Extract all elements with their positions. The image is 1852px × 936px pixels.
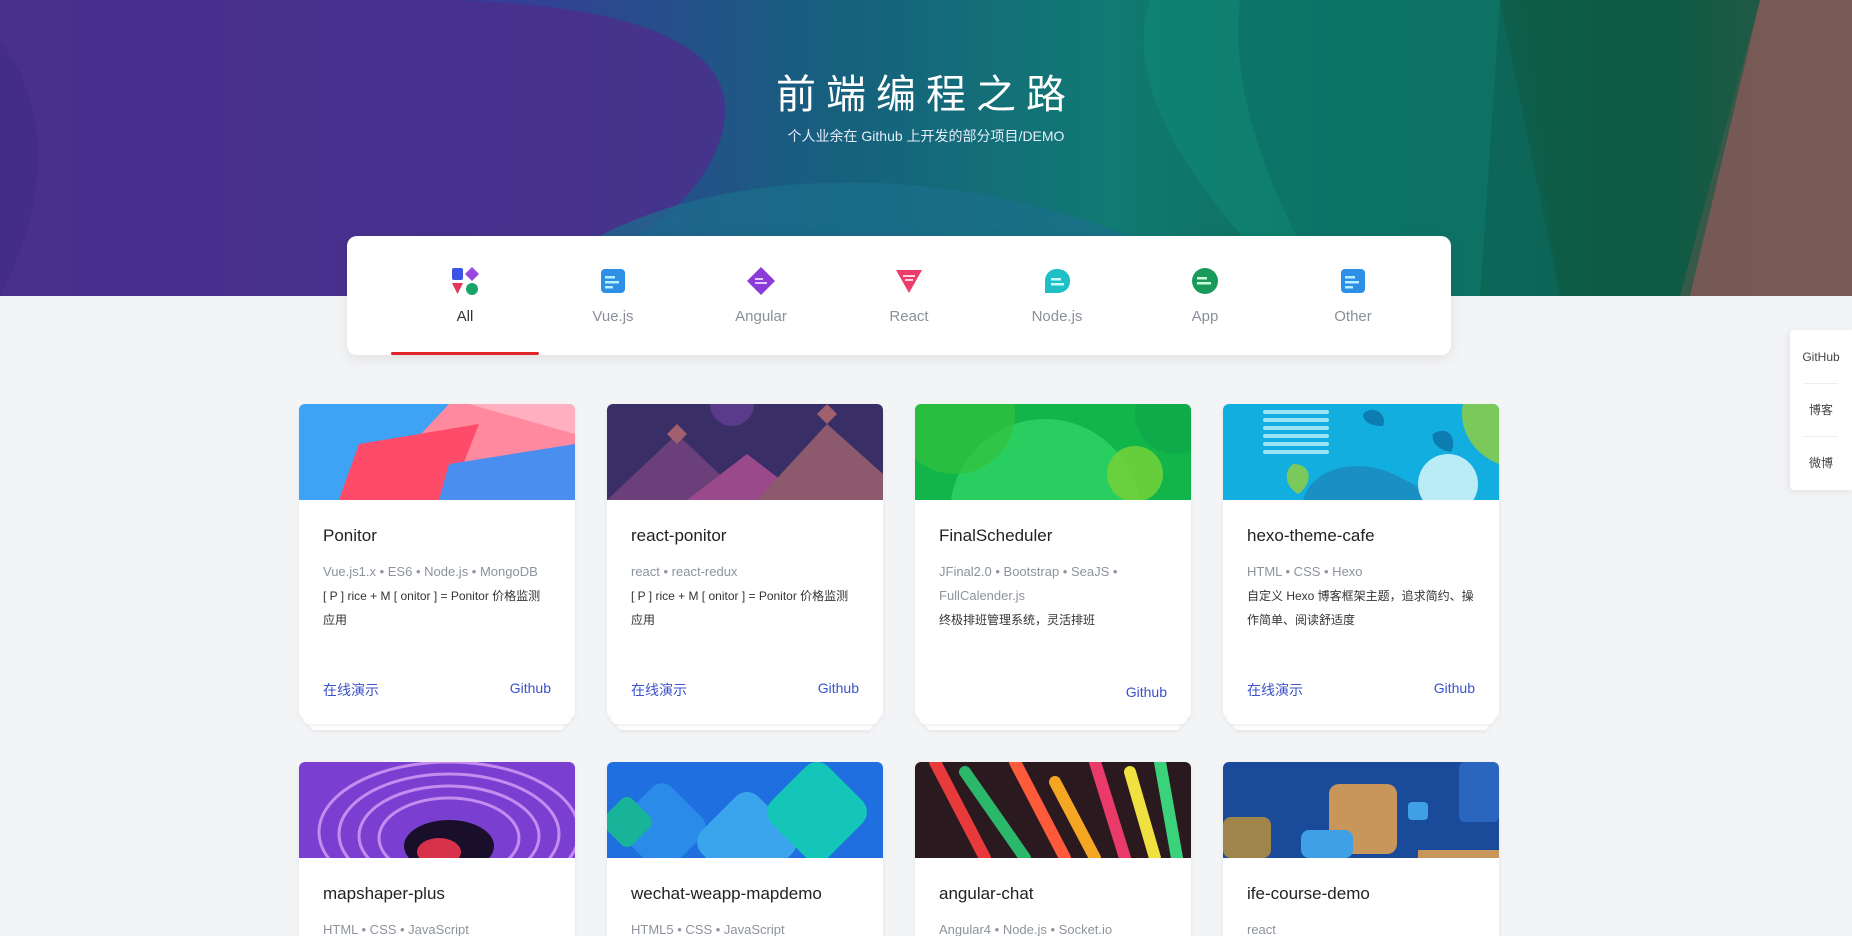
page-subtitle: 个人业余在 Github 上开发的部分项目/DEMO (787, 128, 1065, 144)
tab-other-label: Other (1334, 308, 1372, 325)
page-title: 前端编程之路 (776, 72, 1076, 118)
project-card: angular-chat Angular4 • Node.js • Socket… (915, 762, 1191, 936)
project-card: Ponitor Vue.js1.x • ES6 • Node.js • Mong… (299, 404, 575, 730)
project-card: FinalScheduler JFinal2.0 • Bootstrap • S… (915, 404, 1191, 730)
other-doc-icon (1341, 269, 1365, 293)
project-description: 终极排班管理系统，灵活排班 (939, 613, 1096, 627)
app-circle-icon (1192, 268, 1218, 294)
tab-angular-label: Angular (735, 308, 787, 325)
side-links: GitHub 博客 微博 (1790, 330, 1852, 490)
all-shapes-icon (452, 267, 479, 295)
tab-nodejs[interactable]: Node.js (983, 236, 1131, 355)
project-cover-image (299, 762, 575, 858)
side-github-link[interactable]: GitHub (1790, 330, 1852, 383)
project-description: 自定义 Hexo 博客框架主题，追求简约、操作简单、阅读舒适度 (1247, 589, 1474, 627)
github-link[interactable]: Github (1434, 680, 1475, 700)
project-cover-image (915, 404, 1191, 500)
project-description: [ P ] rice + M [ onitor ] = Ponitor 价格监测… (323, 589, 541, 627)
vue-doc-icon (601, 269, 625, 293)
project-cover-image (607, 762, 883, 858)
project-title: hexo-theme-cafe (1247, 526, 1375, 545)
project-card: mapshaper-plus HTML • CSS • JavaScript (299, 762, 575, 936)
tab-react[interactable]: React (835, 236, 983, 355)
github-link[interactable]: Github (818, 680, 859, 700)
project-tags: HTML • CSS • JavaScript (323, 922, 469, 936)
project-tags: Vue.js1.x • ES6 • Node.js • MongoDB (323, 564, 538, 579)
github-link[interactable]: Github (510, 680, 551, 700)
tab-other[interactable]: Other (1279, 236, 1427, 355)
angular-diamond-icon (747, 267, 775, 295)
project-tags: JFinal2.0 • Bootstrap • SeaJS • FullCale… (939, 564, 1118, 603)
project-title: mapshaper-plus (323, 884, 445, 903)
project-title: react-ponitor (631, 526, 727, 545)
project-tags: react • react-redux (631, 564, 738, 579)
project-cover-image (1223, 404, 1499, 500)
side-weibo-link[interactable]: 微博 (1790, 436, 1852, 489)
project-card: ife-course-demo react (1223, 762, 1499, 936)
demo-link[interactable]: 在线演示 (1247, 680, 1303, 700)
project-cover-image (607, 404, 883, 500)
github-link[interactable]: Github (1126, 684, 1167, 700)
project-title: ife-course-demo (1247, 884, 1370, 903)
node-chat-icon (1045, 269, 1070, 293)
project-tags: HTML • CSS • Hexo (1247, 564, 1363, 579)
tab-app[interactable]: App (1131, 236, 1279, 355)
tab-nodejs-label: Node.js (1031, 308, 1083, 325)
side-blog-link[interactable]: 博客 (1790, 383, 1852, 436)
project-tags: Angular4 • Node.js • Socket.io (939, 922, 1113, 936)
project-card: react-ponitor react • react-redux [ P ] … (607, 404, 883, 730)
project-cover-image (1223, 762, 1499, 858)
project-tags: HTML5 • CSS • JavaScript (631, 922, 785, 936)
tab-vuejs[interactable]: Vue.js (539, 236, 687, 355)
project-title: angular-chat (939, 884, 1034, 903)
project-title: FinalScheduler (939, 526, 1053, 545)
project-title: wechat-weapp-mapdemo (631, 884, 822, 903)
tab-all[interactable]: All (391, 236, 539, 355)
demo-link[interactable]: 在线演示 (631, 680, 687, 700)
project-cover-image (299, 404, 575, 500)
demo-link[interactable]: 在线演示 (323, 680, 379, 700)
tab-react-label: React (889, 308, 929, 325)
project-title: Ponitor (323, 526, 377, 545)
project-cover-image (915, 762, 1191, 858)
tab-all-label: All (456, 308, 474, 325)
project-card: hexo-theme-cafe HTML • CSS • Hexo 自定义 He… (1223, 404, 1499, 730)
tab-app-label: App (1191, 308, 1219, 325)
project-description: [ P ] rice + M [ onitor ] = Ponitor 价格监测… (631, 589, 849, 627)
tab-vuejs-label: Vue.js (592, 308, 634, 325)
category-tabs: All Vue.js Angular React Node.js App Oth… (347, 236, 1451, 355)
project-tags: react (1247, 922, 1276, 936)
react-triangle-icon (896, 270, 922, 293)
tab-angular[interactable]: Angular (687, 236, 835, 355)
project-card: wechat-weapp-mapdemo HTML5 • CSS • JavaS… (607, 762, 883, 936)
